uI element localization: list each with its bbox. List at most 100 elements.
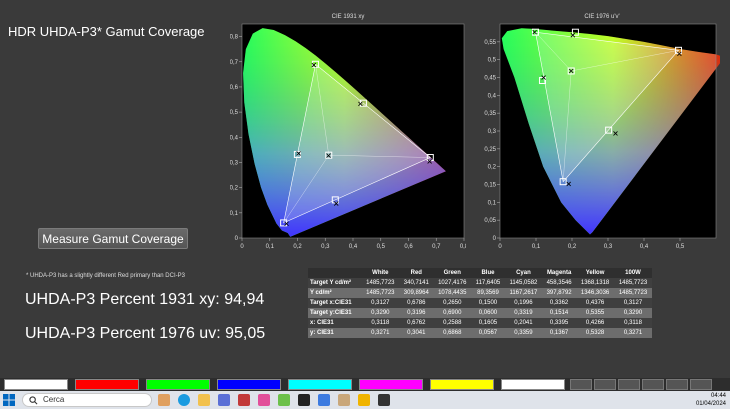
x-tick-label: 0,2 (293, 244, 302, 250)
y-tick-label: 0,45 (484, 76, 496, 82)
app-icon-4[interactable] (338, 394, 350, 406)
clock-time: 04:44 (710, 393, 726, 399)
table-cell: 0,3118 (614, 318, 652, 328)
y-tick-label: 0 (493, 236, 497, 242)
app-icon-3[interactable] (318, 394, 330, 406)
taskbar: Cerca 04:44 01/04/2024 (0, 391, 730, 409)
windows-start-icon[interactable] (3, 394, 15, 406)
stop-icon[interactable] (594, 379, 616, 390)
cie1976-chart: 0 0,1 0,2 0,3 0,4 0,5 0 0,05 0,1 0,15 0,2 0,25 0,3 0,… (484, 23, 720, 250)
table-cell: 1485,7723 (614, 288, 652, 298)
color-swatch[interactable] (430, 379, 494, 390)
y-tick-label: 0,5 (488, 58, 497, 64)
color-swatch-bar (0, 378, 730, 391)
x-tick-label: 0,1 (266, 244, 275, 250)
table-row: Target y:CIE31 0,3290 0,3196 0,6900 0,0600 0,… (308, 308, 652, 318)
x-tick-label: 0 (240, 244, 244, 250)
table-row-label: y: CIE31 (308, 328, 362, 338)
table-cell: 0,1500 (471, 298, 505, 308)
system-clock[interactable]: 04:44 01/04/2024 (696, 392, 726, 408)
x-tick-label: 0,4 (349, 244, 358, 250)
table-cell: 0,3290 (361, 308, 400, 318)
y-tick-label: 0,25 (484, 147, 496, 153)
y-tick-label: 0,4 (488, 93, 497, 99)
y-tick-label: 0,35 (484, 111, 496, 117)
table-cell: 0,1605 (471, 318, 505, 328)
app-icon-5[interactable] (378, 394, 390, 406)
y-tick-label: 0 (235, 236, 239, 242)
settings-icon[interactable] (690, 379, 712, 390)
table-cell: 458,3546 (542, 278, 577, 288)
color-swatch[interactable] (288, 379, 352, 390)
store-icon[interactable] (218, 394, 230, 406)
table-row-label: Y cd/m² (308, 288, 362, 298)
table-cell: 0,3127 (614, 298, 652, 308)
table-cell: 117,6405 (471, 278, 505, 288)
color-swatch[interactable] (501, 379, 565, 390)
measure-gamut-button[interactable]: Measure Gamut Coverage (38, 228, 188, 249)
table-cell: 0,3118 (361, 318, 400, 328)
table-row: Y cd/m² 1485,7723 309,8964 1078,4435 89,3569… (308, 288, 652, 298)
table-row-label: Target x:CIE31 (308, 298, 362, 308)
record-icon[interactable] (642, 379, 664, 390)
table-cell: 0,4266 (576, 318, 615, 328)
play-icon[interactable] (570, 379, 592, 390)
table-row: Target x:CIE31 0,3127 0,6786 0,2650 0,1500 0,… (308, 298, 652, 308)
table-cell: 1485,7723 (614, 278, 652, 288)
y-tick-label: 0,8 (230, 35, 239, 41)
table-cell: 0,1514 (542, 308, 577, 318)
4k-app-icon[interactable] (298, 394, 310, 406)
table-cell: 340,7141 (399, 278, 434, 288)
taskbar-search-box[interactable]: Cerca (22, 393, 152, 407)
y-tick-label: 0,4 (230, 135, 239, 141)
page-title: HDR UHDA-P3* Gamut Coverage (8, 24, 205, 39)
table-cell: 1145,0582 (504, 278, 543, 288)
color-swatch[interactable] (217, 379, 281, 390)
step-icon[interactable] (618, 379, 640, 390)
color-swatch[interactable] (146, 379, 210, 390)
table-cell: 0,3127 (361, 298, 400, 308)
table-cell: 0,6900 (433, 308, 472, 318)
widgets-icon[interactable] (158, 394, 170, 406)
table-cell: 0,3395 (542, 318, 577, 328)
search-placeholder: Cerca (43, 395, 65, 404)
sigma-app-icon[interactable] (358, 394, 370, 406)
edge-icon[interactable] (178, 394, 190, 406)
y-tick-label: 0,55 (484, 40, 496, 46)
table-cell: 0,3041 (399, 328, 434, 338)
x-tick-label: 0,3 (604, 244, 613, 250)
y-tick-label: 0,5 (230, 110, 239, 116)
table-cell: 89,3569 (471, 288, 505, 298)
x-tick-label: 0,8 (460, 244, 466, 250)
y-tick-label: 0,7 (230, 60, 239, 66)
calman-icon[interactable] (238, 394, 250, 406)
app-icon-1[interactable] (258, 394, 270, 406)
color-swatch[interactable] (75, 379, 139, 390)
x-tick-label: 0,3 (321, 244, 330, 250)
color-swatch[interactable] (359, 379, 423, 390)
table-header-cell: Magenta (542, 268, 577, 278)
app-window: HDR UHDA-P3* Gamut Coverage CIE 1931 xy … (0, 0, 730, 378)
table-cell: 0,2041 (504, 318, 543, 328)
cie1931-plot: CIE 1931 xy 00,10,20,30,40,50,60,70,800,… (230, 14, 466, 254)
y-tick-label: 0,3 (488, 129, 497, 135)
y-tick-label: 0,15 (484, 183, 496, 189)
table-row: y: CIE31 0,3271 0,3041 0,6868 0,0567 0,3359 0,… (308, 328, 652, 338)
app-icon-2[interactable] (278, 394, 290, 406)
table-cell: 0,6868 (433, 328, 472, 338)
x-tick-label: 0,4 (640, 244, 649, 250)
x-tick-label: 0,2 (568, 244, 577, 250)
color-swatch[interactable] (4, 379, 68, 390)
table-cell: 1485,7723 (361, 278, 400, 288)
table-cell: 1485,7723 (361, 288, 400, 298)
table-header-cell: Blue (471, 268, 505, 278)
x-tick-label: 0,5 (377, 244, 386, 250)
table-header-cell: 100W (614, 268, 652, 278)
table-cell: 0,1367 (542, 328, 577, 338)
repeat-icon[interactable] (666, 379, 688, 390)
table-row: Target Y cd/m² 1485,7723 340,7141 1027,4176… (308, 278, 652, 288)
table-cell: 309,8964 (399, 288, 434, 298)
table-cell: 0,5328 (576, 328, 615, 338)
y-tick-label: 0,2 (230, 186, 239, 192)
file-explorer-icon[interactable] (198, 394, 210, 406)
